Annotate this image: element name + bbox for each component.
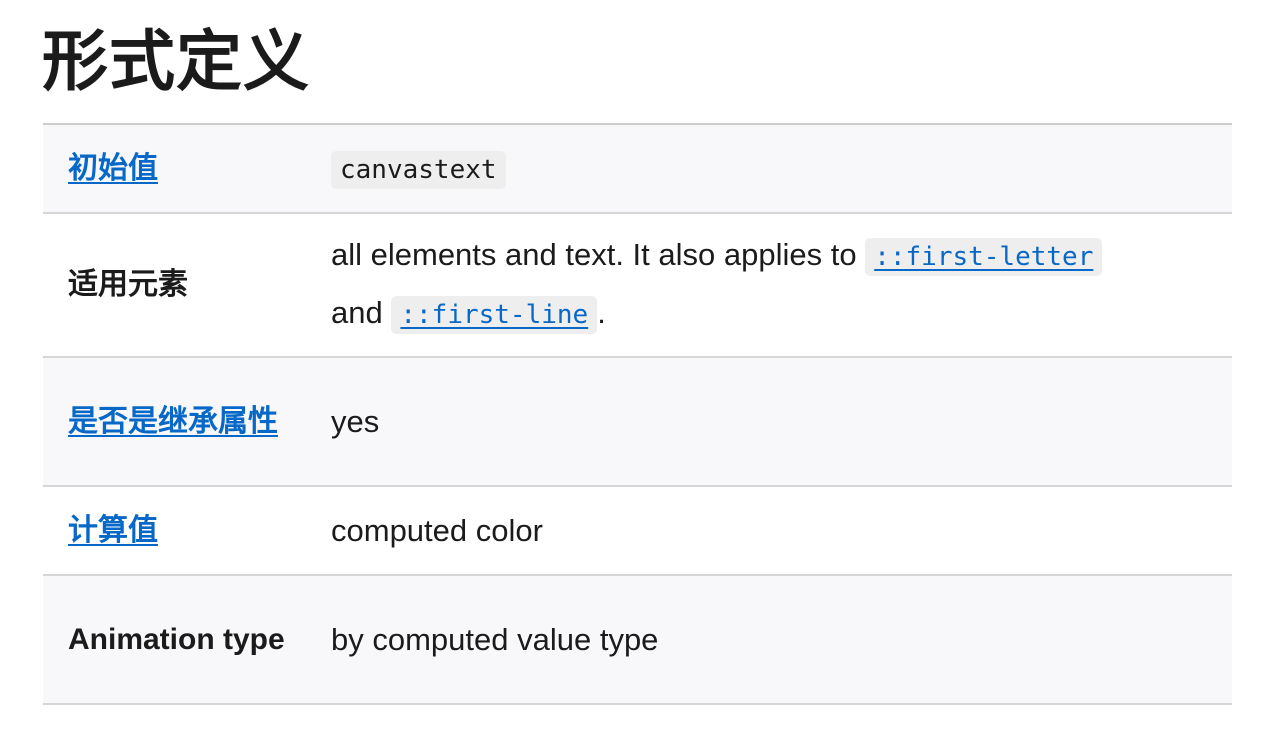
row-header: Animation type — [43, 575, 306, 704]
computed-value-link[interactable]: 计算值 — [68, 514, 158, 547]
table-row-applies-to: 适用元素 all elements and text. It also appl… — [43, 213, 1232, 357]
table-row-animation-type: Animation type by computed value type — [43, 575, 1232, 704]
row-value: all elements and text. It also applies t… — [306, 213, 1232, 357]
row-value: by computed value type — [306, 575, 1232, 704]
inherited-value: yes — [331, 403, 380, 439]
computed-value: computed color — [331, 512, 543, 548]
applies-to-label: 适用元素 — [68, 268, 188, 301]
page-title: 形式定义 — [42, 24, 310, 98]
first-letter-link[interactable]: ::first-letter — [865, 238, 1103, 276]
applies-to-text-end: . — [597, 295, 606, 330]
formal-definition-table: 初始值 canvastext 适用元素 all elements and tex… — [43, 123, 1232, 705]
animation-type-value: by computed value type — [331, 621, 659, 657]
inherited-link[interactable]: 是否是继承属性 — [68, 405, 278, 438]
table-row-computed-value: 计算值 computed color — [43, 486, 1232, 575]
applies-to-text: all elements and text. It also applies t… — [331, 237, 857, 272]
table-row-initial-value: 初始值 canvastext — [43, 124, 1232, 213]
row-header: 计算值 — [43, 486, 306, 575]
table-row-inherited: 是否是继承属性 yes — [43, 357, 1232, 486]
row-header: 是否是继承属性 — [43, 357, 306, 486]
row-header: 初始值 — [43, 124, 306, 213]
animation-type-label: Animation type — [68, 622, 285, 656]
row-value: canvastext — [306, 124, 1232, 213]
applies-to-text-middle: and — [331, 295, 383, 330]
first-line-link[interactable]: ::first-line — [391, 296, 598, 334]
row-header: 适用元素 — [43, 213, 306, 357]
row-value: computed color — [306, 486, 1232, 575]
initial-value-link[interactable]: 初始值 — [68, 152, 158, 185]
row-value: yes — [306, 357, 1232, 486]
initial-value-code: canvastext — [331, 150, 506, 189]
